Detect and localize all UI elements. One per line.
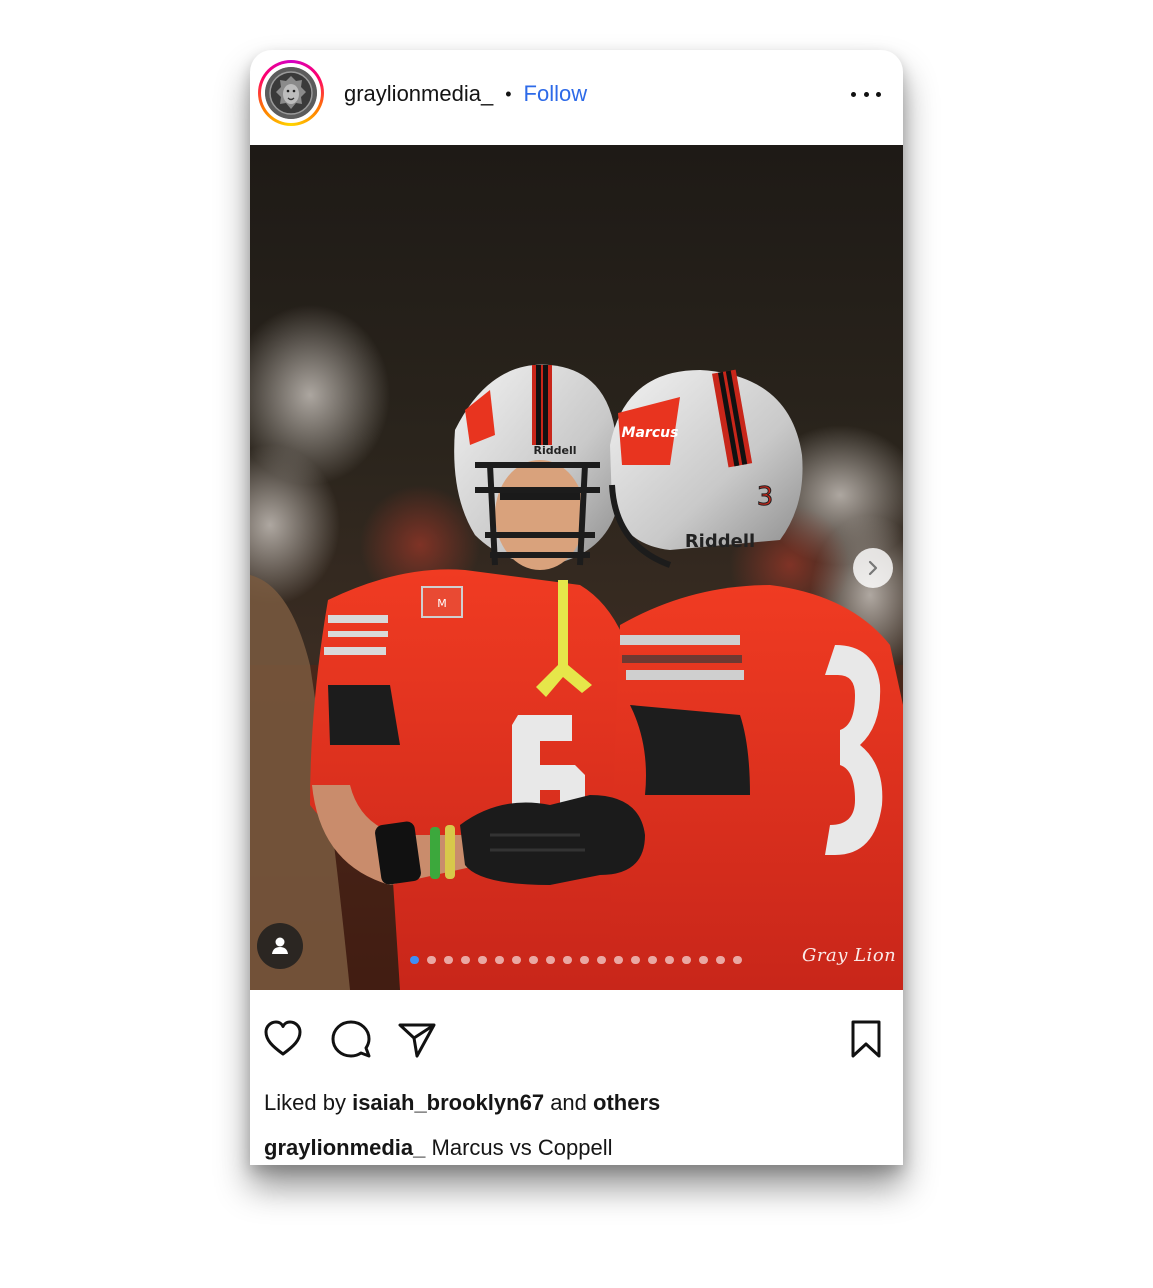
carousel-dot bbox=[546, 955, 555, 965]
likes-others-link[interactable]: others bbox=[593, 1090, 660, 1115]
post-header: graylionmedia_ • Follow bbox=[250, 50, 903, 145]
svg-text:Riddell: Riddell bbox=[534, 444, 577, 457]
post-card: graylionmedia_ • Follow M Riddell Marcus… bbox=[250, 50, 903, 1165]
carousel-dot bbox=[512, 955, 521, 965]
carousel-dot bbox=[444, 955, 453, 965]
carousel-dot bbox=[461, 955, 470, 965]
svg-text:Riddell: Riddell bbox=[685, 531, 755, 552]
caption-text: Marcus vs Coppell bbox=[431, 1135, 613, 1160]
separator-dot: • bbox=[505, 83, 512, 104]
lion-logo-icon bbox=[265, 67, 317, 119]
carousel-dot bbox=[478, 955, 487, 965]
chevron-right-icon bbox=[868, 560, 878, 576]
carousel-dot bbox=[580, 955, 589, 965]
carousel-dot bbox=[648, 955, 657, 965]
more-options-icon[interactable] bbox=[851, 80, 881, 108]
post-actions bbox=[250, 1010, 903, 1070]
svg-text:M: M bbox=[437, 597, 447, 610]
liked-by-user-link[interactable]: isaiah_brooklyn67 bbox=[352, 1090, 544, 1115]
carousel-dot bbox=[495, 955, 504, 965]
carousel-dot bbox=[682, 955, 691, 965]
carousel-dot bbox=[614, 955, 623, 965]
carousel-dot bbox=[597, 955, 606, 965]
carousel-dot bbox=[699, 955, 708, 965]
carousel-dot bbox=[529, 955, 538, 965]
story-ring[interactable] bbox=[258, 60, 324, 126]
carousel-next-button[interactable] bbox=[853, 548, 893, 588]
post-username[interactable]: graylionmedia_ bbox=[344, 81, 493, 107]
carousel-dot bbox=[563, 955, 572, 965]
photo-watermark: Gray Lion bbox=[802, 945, 897, 966]
svg-text:Marcus: Marcus bbox=[622, 425, 679, 441]
carousel-dot bbox=[631, 955, 640, 965]
user-tag-button[interactable] bbox=[257, 923, 303, 969]
carousel-dot bbox=[716, 955, 725, 965]
follow-button[interactable]: Follow bbox=[524, 81, 588, 107]
carousel-dot bbox=[427, 955, 436, 965]
bookmark-icon[interactable] bbox=[845, 1018, 887, 1060]
carousel-dot bbox=[665, 955, 674, 965]
caption-username[interactable]: graylionmedia_ bbox=[264, 1135, 425, 1160]
likes-prefix: Liked by bbox=[264, 1090, 346, 1115]
post-photo[interactable]: M Riddell Marcus 3 Riddell bbox=[250, 145, 903, 990]
avatar[interactable] bbox=[265, 67, 317, 119]
likes-joiner: and bbox=[550, 1090, 587, 1115]
comment-icon[interactable] bbox=[330, 1018, 372, 1060]
carousel-dots bbox=[410, 955, 742, 965]
carousel-dot bbox=[733, 955, 742, 965]
svg-text:3: 3 bbox=[757, 482, 774, 512]
carousel-dot bbox=[410, 955, 419, 965]
heart-icon[interactable] bbox=[262, 1018, 304, 1060]
send-icon[interactable] bbox=[396, 1018, 438, 1060]
likes-line: Liked by isaiah_brooklyn67 and others bbox=[264, 1090, 660, 1116]
user-tag-icon bbox=[272, 937, 288, 954]
post-caption: graylionmedia_ Marcus vs Coppell bbox=[264, 1135, 612, 1161]
